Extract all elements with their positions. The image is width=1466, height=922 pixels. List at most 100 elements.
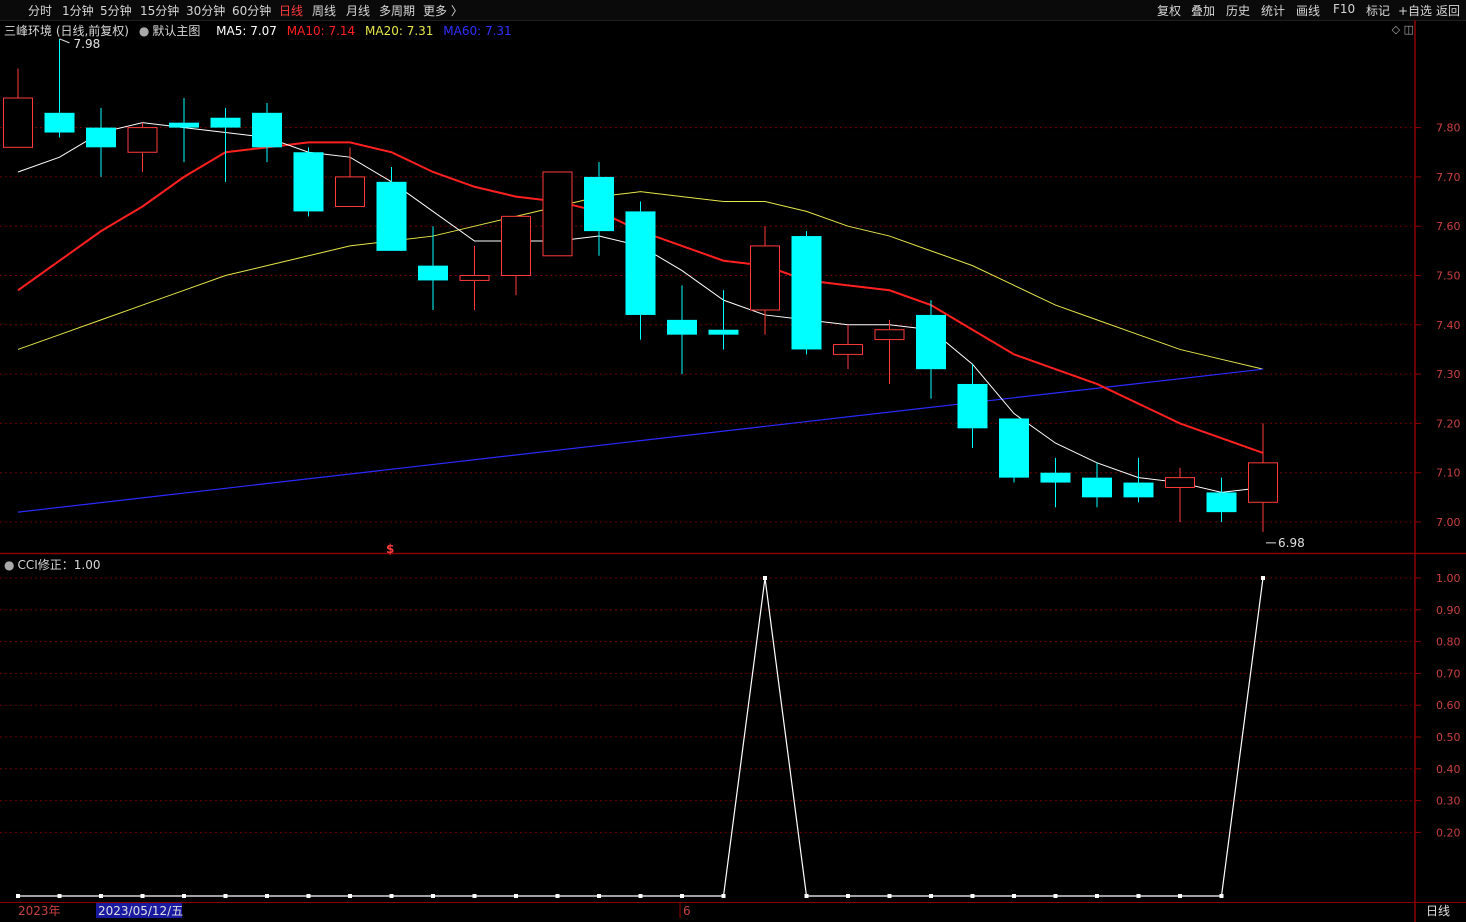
tool-button-4[interactable]: 画线: [1296, 2, 1320, 19]
candle-body-down: [169, 122, 199, 128]
diamond-icon[interactable]: ◇: [1392, 23, 1400, 36]
cci-legend: ● CCI修正：1.00: [4, 558, 101, 572]
stock-chart[interactable]: 7.80 7.70 7.60 7.50 7.40 7.30 7.20 7.10 7.00 1.00…: [0, 0, 1466, 922]
cci-point: [265, 894, 269, 898]
price-tick-label: 7.20: [1436, 417, 1461, 430]
template-label[interactable]: ● 默认主图: [139, 24, 207, 38]
period-button: 日线: [1426, 904, 1450, 918]
candle-body-down: [418, 265, 448, 281]
tool-button-5[interactable]: F10: [1333, 2, 1355, 16]
candle-body-up: [833, 344, 863, 355]
period-tab-4[interactable]: 30分钟: [186, 2, 225, 19]
main-chart-legend: 三峰环境 (日线,前复权) ● 默认主图 MA5: 7.07 MA10: 7.14…: [4, 22, 518, 39]
cci-point: [929, 894, 933, 898]
candle-body-down: [252, 112, 282, 148]
cci-point: [431, 894, 435, 898]
tool-button-3[interactable]: 统计: [1261, 2, 1285, 19]
ma10-label: MA10: 7.14: [286, 24, 356, 38]
tool-button-6[interactable]: 标记: [1366, 2, 1390, 19]
tool-button-8[interactable]: 返回: [1436, 2, 1460, 19]
candle-body-up: [750, 245, 780, 311]
candle-body-down: [584, 176, 614, 232]
cci-tick-label: 1.00: [1436, 572, 1461, 585]
candle-body-down: [44, 112, 75, 133]
cci-line: [18, 577, 1264, 897]
cursor-date-box: [96, 903, 182, 918]
cci-point: [1095, 894, 1099, 898]
year-label: 2023年: [18, 904, 61, 918]
cci-point: [638, 894, 643, 898]
candle-body-up: [459, 275, 490, 281]
ma5-label: MA5: 7.07: [216, 24, 277, 38]
candle-body-down: [625, 211, 656, 315]
cci-point: [1219, 894, 1224, 898]
candle-body-up: [501, 215, 531, 276]
period-tab-9[interactable]: 多周期: [379, 2, 415, 19]
candle-body-down: [86, 127, 116, 148]
candle-body-down: [957, 383, 988, 429]
low-marker-label: 6.98: [1278, 536, 1305, 550]
cci-point: [1012, 894, 1016, 898]
cci-tick-label: 0.40: [1436, 763, 1461, 776]
cci-point: [970, 894, 975, 898]
cci-point: [348, 894, 352, 898]
price-tick-label: 7.60: [1436, 220, 1461, 233]
cci-point: [721, 894, 726, 898]
maximize-icon[interactable]: ◫: [1404, 23, 1414, 36]
ma20-line: [17, 191, 1264, 370]
candle-body-up: [874, 329, 905, 341]
price-tick-label: 7.80: [1436, 122, 1461, 135]
cci-point: [1178, 894, 1182, 898]
cci-point: [16, 894, 20, 898]
cci-point: [389, 894, 394, 898]
period-tab-0[interactable]: 分时: [28, 2, 52, 19]
cci-point: [555, 894, 560, 898]
cci-point: [1261, 576, 1265, 580]
tool-button-7[interactable]: +自选: [1398, 2, 1432, 19]
candle-body-down: [708, 329, 739, 335]
price-tick-label: 7.50: [1436, 270, 1461, 283]
tool-button-0[interactable]: 复权: [1157, 2, 1181, 19]
period-tab-6[interactable]: 日线: [279, 2, 303, 19]
period-tab-7[interactable]: 周线: [312, 2, 336, 19]
period-tab-8[interactable]: 月线: [346, 2, 370, 19]
cci-tick-label: 0.70: [1436, 667, 1461, 680]
ma20-label: MA20: 7.31: [365, 24, 434, 38]
cci-point: [680, 894, 684, 898]
cci-point: [472, 894, 477, 898]
template-dot-icon: ●: [138, 24, 150, 38]
cci-tick-label: 0.30: [1436, 795, 1461, 808]
price-tick-label: 7.30: [1436, 368, 1461, 381]
candle-body-down: [999, 418, 1029, 478]
cci-tick-label: 0.90: [1436, 604, 1461, 617]
period-tab-1[interactable]: 1分钟: [62, 2, 94, 19]
period-tab-2[interactable]: 5分钟: [100, 2, 132, 19]
candle-body-down: [1040, 472, 1071, 483]
cci-dot-icon: ●: [4, 558, 15, 572]
candle-body-up: [1165, 477, 1195, 488]
stock-name-label[interactable]: 三峰环境 (日线,前复权): [4, 24, 129, 38]
candle-body-down: [791, 236, 822, 350]
ma60-label: MA60: 7.31: [443, 24, 512, 38]
period-tab-3[interactable]: 15分钟: [140, 2, 179, 19]
tool-button-1[interactable]: 叠加: [1191, 2, 1215, 19]
candle-body-down: [667, 319, 697, 335]
period-tab-10[interactable]: 更多 〉: [423, 2, 463, 19]
cci-point: [223, 894, 228, 898]
candle-body-down: [376, 181, 407, 251]
candle-body-up: [127, 127, 158, 153]
cci-point: [1136, 894, 1141, 898]
price-tick-label: 7.00: [1436, 516, 1461, 529]
cci-point: [597, 894, 601, 898]
candle-body-down: [210, 117, 241, 128]
period-toolbar: 分时 1分钟 5分钟 15分钟 30分钟 60分钟 日线 周线 月线 多周期 更多 〉 复权 叠加 历史统…: [0, 0, 1466, 21]
candle-body-down: [1123, 482, 1154, 498]
candle-body-down: [1082, 477, 1112, 498]
cci-point: [763, 576, 767, 580]
ma10-line: [17, 141, 1264, 454]
period-tab-5[interactable]: 60分钟: [232, 2, 271, 19]
candle-body-up: [542, 171, 573, 257]
signal-marker: $: [386, 542, 394, 556]
cursor-date-label: 2023/05/12/五: [98, 904, 183, 918]
tool-button-2[interactable]: 历史: [1226, 2, 1250, 19]
